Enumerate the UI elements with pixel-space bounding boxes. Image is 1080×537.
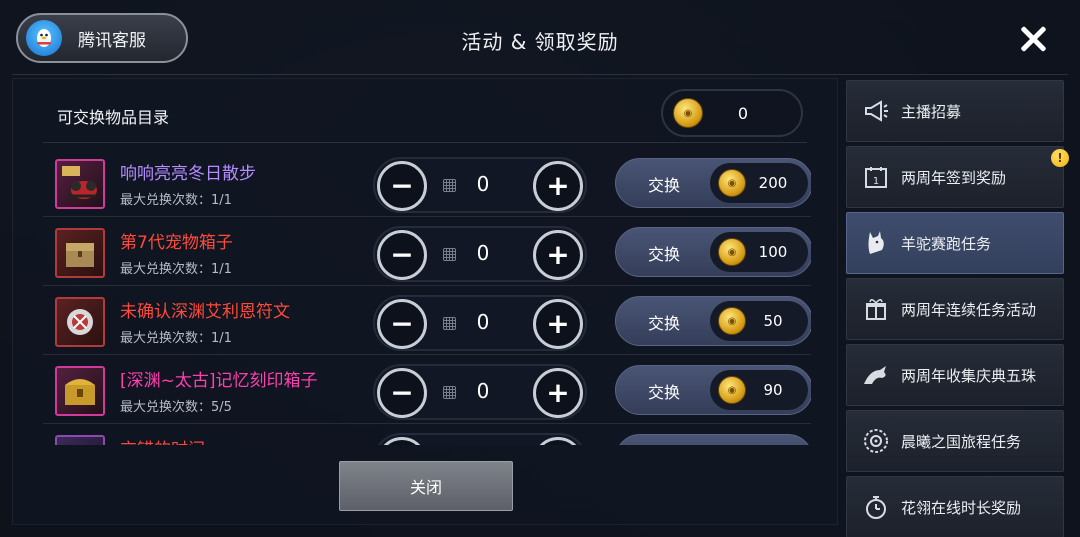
exchange-label: 交换: [648, 314, 681, 333]
price-pill: ◉ 50: [710, 301, 808, 341]
quantity-stepper: [373, 433, 587, 445]
item-image-icon[interactable]: [55, 228, 105, 278]
gift-icon: [861, 294, 891, 324]
exchange-label: 交换: [648, 383, 681, 402]
item-name: 第7代宠物箱子: [120, 233, 233, 253]
coin-icon: ◉: [673, 98, 703, 128]
price-pill: ◉ 200: [710, 163, 808, 203]
sidebar-item-label: 两周年签到奖励: [901, 168, 1007, 187]
decrease-button[interactable]: −: [377, 230, 427, 280]
increase-button[interactable]: +: [533, 230, 583, 280]
quantity-stepper: − 0 +: [373, 226, 587, 282]
increase-button[interactable]: +: [533, 161, 583, 211]
item-image-icon[interactable]: [55, 366, 105, 416]
decrease-button[interactable]: −: [377, 161, 427, 211]
stopwatch-icon: [861, 492, 891, 522]
item-exchange-limit: 最大兑换次数：1/1: [120, 193, 232, 208]
coin-icon: ◉: [718, 238, 746, 266]
exchange-button[interactable]: 交换 ◉ 90: [615, 365, 811, 415]
calculator-icon[interactable]: [443, 317, 456, 330]
item-price: 200: [758, 174, 788, 192]
exchange-item-list[interactable]: 响响亮亮冬日散步 最大兑换次数：1/1 − 0 + 交换 ◉ 200 第7代宠物…: [43, 149, 811, 445]
decrease-button[interactable]: −: [377, 299, 427, 349]
item-name: 响响亮亮冬日散步: [120, 164, 256, 184]
exchange-button[interactable]: 交换 ◉ 100: [615, 227, 811, 277]
exchange-button[interactable]: 交换 ◉ 200: [615, 158, 811, 208]
item-image-icon[interactable]: [55, 159, 105, 209]
sidebar-item-streamer-recruit[interactable]: 主播招募: [846, 80, 1064, 142]
exchange-button[interactable]: 交换 ◉ 50: [615, 296, 811, 346]
increase-button[interactable]: +: [533, 368, 583, 418]
exchange-label: 交换: [648, 245, 681, 264]
quantity-value[interactable]: 0: [463, 241, 503, 265]
quantity-value[interactable]: 0: [463, 172, 503, 196]
item-name: [深渊~太古]记忆刻印箱子: [120, 371, 318, 391]
exchange-catalog-panel: 可交换物品目录 ◉ 0 响响亮亮冬日散步 最大兑换次数：1/1 − 0 + 交换…: [12, 78, 838, 525]
catalog-title: 可交换物品目录: [57, 108, 170, 127]
sidebar-item-dawn-journey[interactable]: 晨曦之国旅程任务: [846, 410, 1064, 472]
page-title: 活动 & 领取奖励: [461, 30, 619, 54]
item-image-icon[interactable]: [55, 297, 105, 347]
megaphone-icon: [861, 96, 891, 126]
quantity-value[interactable]: 0: [463, 379, 503, 403]
price-pill: ◉ 100: [710, 232, 808, 272]
quantity-stepper: − 0 +: [373, 295, 587, 351]
coin-icon: ◉: [718, 307, 746, 335]
list-item: 未确认深渊艾利恩符文 最大兑换次数：1/1 − 0 + 交换 ◉ 50: [43, 287, 811, 355]
quantity-value[interactable]: 0: [463, 310, 503, 334]
list-item: [深渊~太古]记忆刻印箱子 最大兑换次数：5/5 − 0 + 交换 ◉ 90: [43, 356, 811, 424]
calculator-icon[interactable]: [443, 179, 456, 192]
item-image-icon[interactable]: [55, 435, 105, 445]
coin-balance-value: 0: [737, 103, 749, 123]
exchange-button[interactable]: [615, 434, 811, 445]
list-item: 交错的时间: [43, 425, 811, 445]
alpaca-icon: [861, 228, 891, 258]
sidebar-item-online-time-reward[interactable]: 花翎在线时长奖励: [846, 476, 1064, 537]
list-item: 响响亮亮冬日散步 最大兑换次数：1/1 − 0 + 交换 ◉ 200: [43, 149, 811, 217]
item-exchange-limit: 最大兑换次数：1/1: [120, 331, 232, 346]
item-price: 50: [763, 312, 783, 330]
quantity-stepper: − 0 +: [373, 364, 587, 420]
calculator-icon[interactable]: [443, 386, 456, 399]
compass-icon: [861, 426, 891, 456]
calendar-icon: 1: [861, 162, 891, 192]
item-name: 未确认深渊艾利恩符文: [120, 302, 290, 322]
exchange-label: 交换: [648, 176, 681, 195]
calculator-icon[interactable]: [443, 248, 456, 261]
quantity-stepper: − 0 +: [373, 157, 587, 213]
svg-text:1: 1: [873, 176, 879, 187]
sidebar-item-collect-five-pearls[interactable]: 两周年收集庆典五珠: [846, 344, 1064, 406]
decrease-button[interactable]: −: [377, 368, 427, 418]
sidebar-item-continuous-mission[interactable]: 两周年连续任务活动: [846, 278, 1064, 340]
coin-balance: ◉ 0: [661, 89, 803, 137]
sidebar-item-label: 晨曦之国旅程任务: [901, 432, 1022, 451]
price-pill: ◉ 90: [710, 370, 808, 410]
item-exchange-limit: 最大兑换次数：5/5: [120, 400, 232, 415]
sidebar-item-label: 羊驼赛跑任务: [901, 234, 992, 253]
item-price: 100: [758, 243, 788, 261]
decrease-button[interactable]: [377, 437, 427, 445]
sidebar-item-alpaca-race[interactable]: 羊驼赛跑任务: [846, 212, 1064, 274]
coin-icon: ◉: [718, 169, 746, 197]
dragon-icon: [861, 360, 891, 390]
activity-panel: 腾讯客服 活动 & 领取奖励 可交换物品目录 ◉ 0 响响亮亮冬日散步 最大兑换…: [0, 0, 1080, 537]
item-exchange-limit: 最大兑换次数：1/1: [120, 262, 232, 277]
close-button[interactable]: 关闭: [339, 461, 513, 511]
coin-icon: ◉: [718, 376, 746, 404]
item-price: 90: [763, 381, 783, 399]
list-divider: [43, 142, 807, 143]
sidebar-item-label: 花翎在线时长奖励: [901, 498, 1022, 517]
item-name: 交错的时间: [120, 435, 205, 445]
sidebar-item-label: 两周年收集庆典五珠: [901, 366, 1037, 385]
increase-button[interactable]: [533, 437, 583, 445]
sidebar-item-label: 两周年连续任务活动: [901, 300, 1037, 319]
close-icon[interactable]: [1016, 22, 1050, 56]
activity-sidebar: 主播招募 1 两周年签到奖励 ! 羊驼赛跑任务 两周年连续任务活动 两周年收集庆…: [840, 74, 1072, 537]
sidebar-item-anniversary-signin[interactable]: 1 两周年签到奖励 !: [846, 146, 1069, 208]
sidebar-item-label: 主播招募: [901, 102, 962, 121]
increase-button[interactable]: +: [533, 299, 583, 349]
notification-badge: !: [1051, 149, 1069, 167]
list-item: 第7代宠物箱子 最大兑换次数：1/1 − 0 + 交换 ◉ 100: [43, 218, 811, 286]
